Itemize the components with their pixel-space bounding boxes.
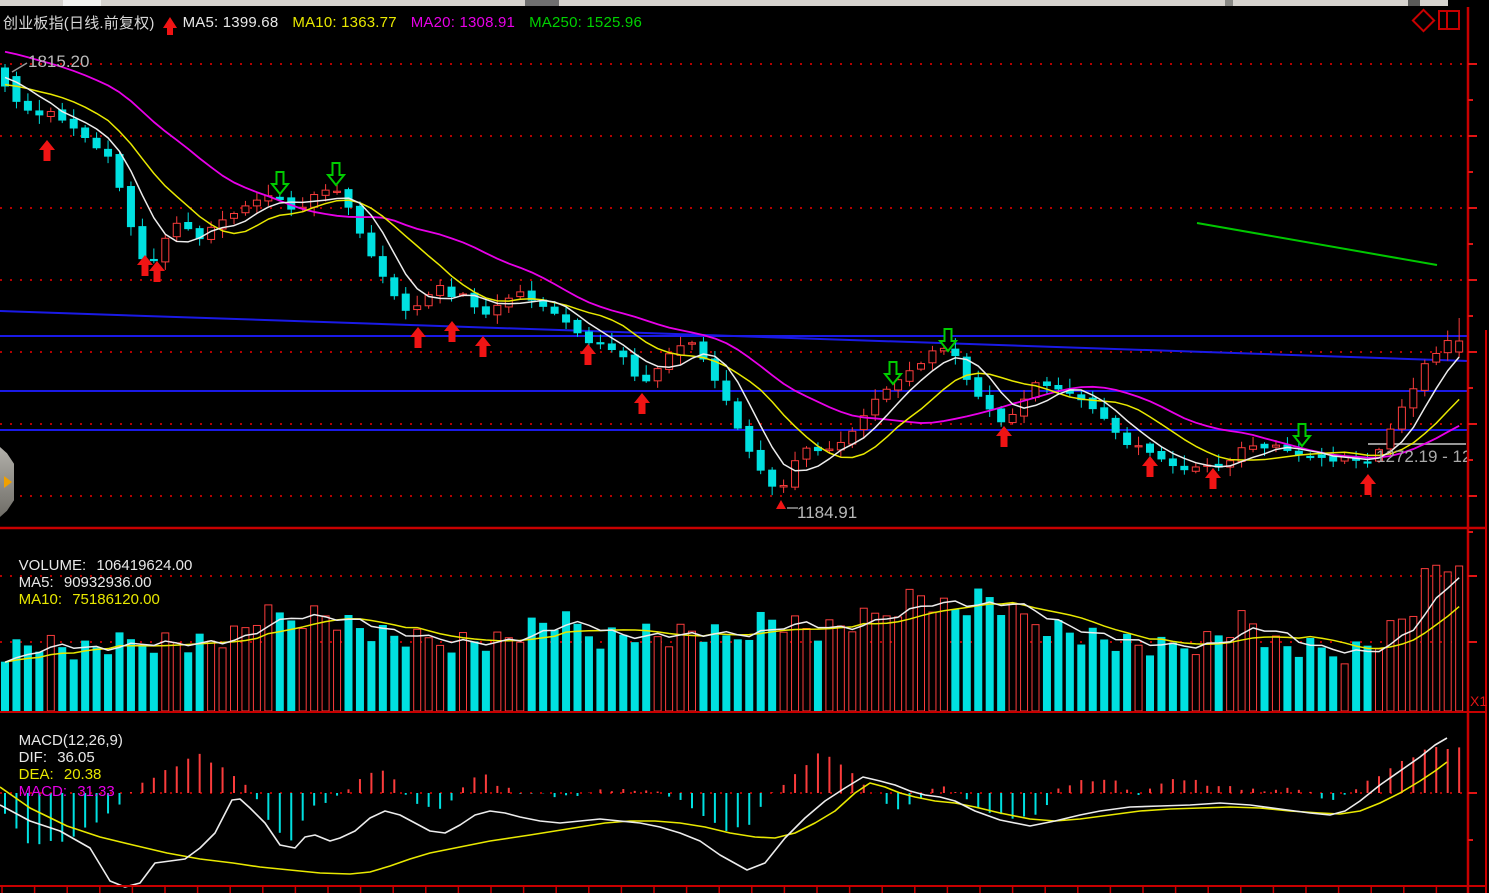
volume-ma5-label: MA5: xyxy=(19,574,54,591)
volume-value: 106419624.00 xyxy=(96,557,192,574)
volume-ma10-readout: MA10: 75186120.00 xyxy=(19,591,166,608)
macd-pane-header: MACD(12,26,9) DIF: 36.05 DEA: 20.38 MACD… xyxy=(2,715,129,817)
sell-signal-arrow xyxy=(940,329,956,351)
volume-pane-header: VOLUME: 106419624.00 MA5: 90932936.00 MA… xyxy=(2,540,204,625)
volume-bars-layer xyxy=(2,565,1463,711)
sell-signal-arrow xyxy=(328,163,344,185)
ma20-line xyxy=(5,52,1459,458)
buy-signal-arrow xyxy=(475,336,491,357)
ma10-line xyxy=(5,85,1459,460)
buy-signal-arrow xyxy=(39,140,55,161)
dea-label: DEA: xyxy=(19,766,54,783)
low-price-annotation: 1184.91 xyxy=(797,503,857,523)
high-leader-line xyxy=(12,63,27,72)
volume-readout: VOLUME: 106419624.00 xyxy=(19,557,199,574)
high-price-annotation: 1815.20 xyxy=(28,52,89,72)
buy-signal-arrow xyxy=(444,321,460,342)
macd-value-label: MACD: xyxy=(19,783,67,800)
volume-ma5-readout: MA5: 90932936.00 xyxy=(19,574,158,591)
dif-line xyxy=(0,738,1447,887)
signal-arrows-layer xyxy=(39,140,1376,495)
macd-readout: MACD: 31.33 xyxy=(19,783,121,800)
dif-value: 36.05 xyxy=(57,749,95,766)
chart-canvas[interactable] xyxy=(0,0,1489,893)
buy-signal-arrow xyxy=(1360,474,1376,495)
low-marker-triangle xyxy=(776,500,786,509)
trendline-price-annotation: 1272.19 - 12 xyxy=(1376,447,1467,467)
ma250-line xyxy=(1197,223,1437,265)
dif-label: DIF: xyxy=(19,749,47,766)
macd-title: MACD(12,26,9) xyxy=(19,732,123,749)
dif-readout: DIF: 36.05 xyxy=(19,749,101,766)
chart-window: 创业板指(日线.前复权) MA5: 1399.68 MA10: 1363.77 … xyxy=(0,0,1489,893)
buy-signal-arrow xyxy=(634,393,650,414)
dea-value: 20.38 xyxy=(64,766,102,783)
volume-ma10-label: MA10: xyxy=(19,591,62,608)
sell-signal-arrow xyxy=(272,172,288,194)
buy-signal-arrow xyxy=(410,327,426,348)
volume-ma5-value: 90932936.00 xyxy=(64,574,152,591)
macd-value: 31.33 xyxy=(77,783,115,800)
volume-label: VOLUME: xyxy=(19,557,87,574)
dea-readout: DEA: 20.38 xyxy=(19,766,108,783)
buy-signal-arrow xyxy=(580,344,596,365)
sell-signal-arrow xyxy=(1294,424,1310,446)
buy-signal-arrow xyxy=(1142,456,1158,477)
macd-hist-layer xyxy=(5,747,1459,844)
volume-ma10-value: 75186120.00 xyxy=(72,591,160,608)
expand-arrow-icon xyxy=(4,476,12,488)
x1-scale-label: X1 xyxy=(1470,693,1487,709)
